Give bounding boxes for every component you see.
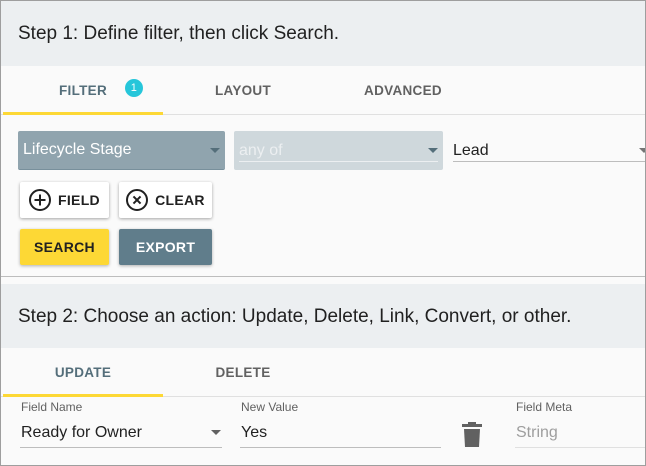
filter-operator-value: any of (239, 141, 283, 159)
tab-filter-label: FILTER (58, 82, 108, 98)
field-name-value: Ready for Owner (21, 424, 142, 441)
plus-circle-icon (29, 189, 52, 211)
search-label: SEARCH (34, 239, 95, 255)
new-value-underline (240, 447, 441, 448)
tab-advanced-label: ADVANCED (364, 82, 442, 98)
tab-update-label: UPDATE (54, 364, 112, 380)
step1-title: Step 1: Define filter, then click Search… (18, 23, 340, 44)
tab-layout-label: LAYOUT (214, 82, 272, 98)
tab-layout[interactable]: LAYOUT (163, 66, 323, 114)
active-tab-indicator (3, 112, 163, 115)
panel-divider (1, 276, 645, 277)
field-meta-underline (515, 447, 645, 448)
tab-delete[interactable]: DELETE (163, 348, 323, 396)
dropdown-caret-icon (639, 148, 645, 153)
field-meta-label: Field Meta (516, 400, 573, 414)
new-value-label: New Value (241, 400, 299, 414)
step2-tabs: UPDATE DELETE (1, 348, 645, 397)
clear-button[interactable]: CLEAR (119, 182, 212, 218)
new-value-input[interactable]: Yes (240, 419, 441, 449)
tab-update[interactable]: UPDATE (3, 348, 163, 397)
field-meta-value: String (516, 424, 558, 441)
filter-count-badge: 1 (125, 79, 143, 97)
app-frame: Step 1: Define filter, then click Search… (0, 0, 646, 466)
value-underline (453, 161, 645, 162)
filter-value-select[interactable]: Lead (448, 131, 645, 170)
filter-field-select[interactable]: Lifecycle Stage (18, 131, 225, 170)
clear-label: CLEAR (155, 192, 205, 208)
tab-delete-label: DELETE (215, 364, 271, 380)
dropdown-caret-icon (211, 430, 221, 435)
export-label: EXPORT (135, 239, 196, 255)
step2-header: Step 2: Choose an action: Update, Delete… (1, 284, 645, 348)
close-circle-icon (126, 189, 149, 211)
trash-icon (462, 422, 482, 447)
filter-field-value: Lifecycle Stage (23, 141, 132, 158)
export-button[interactable]: EXPORT (119, 229, 212, 265)
step2-title: Step 2: Choose an action: Update, Delete… (18, 306, 572, 327)
field-name-select[interactable]: Ready for Owner (20, 419, 222, 449)
operator-underline (239, 161, 438, 162)
filter-value-value: Lead (453, 141, 489, 159)
search-button[interactable]: SEARCH (20, 229, 109, 265)
filter-operator-select[interactable]: any of (234, 131, 443, 170)
new-value-value: Yes (241, 424, 268, 441)
active-tab-indicator (3, 394, 163, 397)
field-meta-display: String (515, 419, 645, 449)
tab-advanced[interactable]: ADVANCED (323, 66, 483, 114)
tab-filter[interactable]: FILTER 1 (3, 66, 163, 115)
dropdown-caret-icon (210, 148, 220, 153)
dropdown-caret-icon (428, 148, 438, 153)
field-name-label: Field Name (21, 400, 83, 414)
delete-row-button[interactable] (461, 422, 483, 448)
add-field-button[interactable]: FIELD (20, 182, 109, 218)
step1-header: Step 1: Define filter, then click Search… (1, 1, 645, 66)
add-field-label: FIELD (58, 192, 100, 208)
field-name-underline (20, 447, 222, 448)
step1-tabs: FILTER 1 LAYOUT ADVANCED (1, 66, 645, 115)
